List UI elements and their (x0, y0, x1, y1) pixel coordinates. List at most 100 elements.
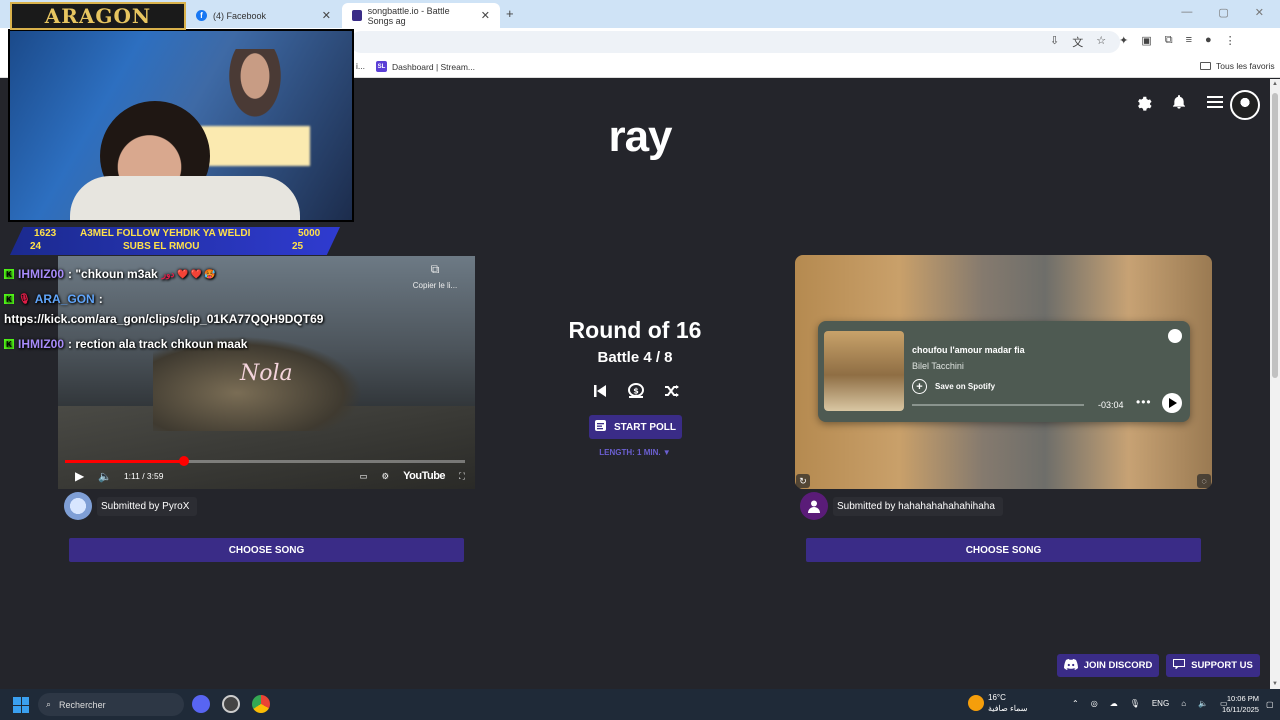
bell-icon[interactable] (1170, 93, 1188, 111)
spotify-progress-bar[interactable] (912, 404, 1084, 406)
video-progress-bar[interactable] (65, 456, 465, 466)
chevron-up-icon[interactable]: ⌃ (1072, 699, 1079, 708)
search-icon: ⌕ (46, 699, 52, 709)
bookmark-all-favorites[interactable]: Tous les favoris (1200, 61, 1275, 71)
artist-name[interactable]: Bilel Tacchini (912, 361, 964, 371)
address-bar[interactable] (350, 31, 1120, 53)
windows-taskbar: ⌕ Rechercher 16°C سماء صافية ⌃ ◎ ☁ 🎙 ENG… (0, 689, 1280, 720)
bookmark-dashboard-label: Dashboard | Stream... (392, 61, 475, 72)
menu-icon[interactable]: ⋮ (1225, 34, 1236, 50)
shuffle-icon[interactable] (661, 380, 683, 402)
tab-facebook[interactable]: f (4) Facebook ✕ (186, 3, 341, 28)
settings-icon[interactable]: ⚙ (382, 471, 390, 482)
page-title: ray (608, 112, 672, 161)
install-icon[interactable]: ⇩ (1050, 34, 1059, 50)
chat-link: https://kick.com/ara_gon/clips/clip_01KA… (4, 312, 324, 326)
taskbar-search[interactable]: ⌕ Rechercher (38, 693, 184, 716)
hamburger-menu-icon[interactable] (1206, 93, 1224, 111)
video-scrubber-handle[interactable] (178, 456, 189, 466)
bookmark-dashboard[interactable]: SL Dashboard | Stream... (376, 61, 475, 72)
close-tab-icon[interactable]: ✕ (322, 9, 331, 22)
fullscreen-icon[interactable]: ⛶ (459, 471, 465, 482)
tray-app-icon[interactable]: ◎ (1091, 699, 1098, 708)
choose-song-right-button[interactable]: CHOOSE SONG (806, 538, 1201, 562)
ticker-left-top: 1623 (34, 228, 57, 239)
support-us-button[interactable]: SUPPORT US (1166, 654, 1260, 677)
weather-widget[interactable]: 16°C سماء صافية (968, 692, 1028, 714)
kick-icon: K (4, 339, 14, 349)
volume-icon[interactable]: 🔈 (98, 470, 112, 483)
obs-app-icon[interactable] (222, 695, 240, 713)
user-avatar[interactable] (1230, 90, 1260, 120)
close-window-icon[interactable]: ✕ (1255, 6, 1264, 19)
extension-icon[interactable]: ✦ (1119, 34, 1128, 50)
battle-counter: Battle 4 / 8 (597, 349, 673, 366)
youtube-controls: ▶ 🔈 1:11 / 3:59 ▭ ⚙ YouTube ⛶ (75, 468, 465, 484)
choose-song-left-button[interactable]: CHOOSE SONG (69, 538, 464, 562)
window-controls: — ▢ ✕ (1181, 6, 1264, 19)
gear-icon[interactable] (1134, 93, 1152, 111)
puzzle-icon[interactable]: ⧉ (1165, 34, 1173, 50)
refresh-icon[interactable]: ↻ (796, 474, 810, 488)
maximize-icon[interactable]: ▢ (1218, 6, 1228, 19)
save-on-spotify-label: Save on Spotify (935, 382, 996, 391)
spotify-embed[interactable]: choufou l'amour madar fia Bilel Tacchini… (818, 321, 1190, 422)
network-icon[interactable]: ⌂ (1181, 699, 1186, 708)
windows-start-icon[interactable] (13, 697, 29, 713)
video-progress-fill (65, 460, 184, 463)
chrome-app-icon[interactable] (252, 695, 270, 713)
spotify-play-button[interactable] (1162, 393, 1182, 413)
extension-icon[interactable]: ▣ (1141, 34, 1151, 50)
scrollbar-thumb[interactable] (1272, 93, 1278, 378)
youtube-player[interactable]: Nola (58, 256, 475, 489)
mic-icon: 🎙 (18, 293, 31, 305)
close-tab-icon[interactable]: ✕ (481, 9, 490, 22)
chat-text: : "chkoun m3ak (68, 267, 158, 281)
media-icon[interactable]: ≡ (1186, 34, 1192, 50)
clock-date: 16/11/2025 (1222, 705, 1259, 714)
hide-icon[interactable]: ◌ (1197, 474, 1211, 488)
coin-icon[interactable]: $ (625, 380, 647, 402)
browser-tab-bar: f (4) Facebook ✕ songbattle.io - Battle … (0, 0, 1280, 28)
join-discord-button[interactable]: JOIN DISCORD (1057, 654, 1159, 677)
streamer-body (70, 176, 300, 220)
profile-icon[interactable]: ● (1205, 34, 1212, 50)
length-selector[interactable]: LENGTH: 1 MIN. ▼ (580, 448, 690, 457)
scroll-down-icon[interactable]: ▼ (1272, 681, 1278, 687)
tab-songbattle[interactable]: songbattle.io - Battle Songs ag ✕ (342, 3, 500, 28)
taskbar-clock[interactable]: 10:06 PM 16/11/2025 (1222, 693, 1259, 715)
song-title[interactable]: choufou l'amour madar fia (912, 345, 1025, 355)
more-options-icon[interactable]: ••• (1136, 395, 1152, 409)
taskbar-search-label: Rechercher (59, 699, 106, 710)
bookmark-partial[interactable]: i... (356, 61, 365, 71)
start-poll-button[interactable]: START POLL (589, 415, 682, 439)
copy-link-button[interactable]: ⧉ Copier le li... (405, 262, 465, 290)
header-icons (1134, 93, 1224, 111)
save-on-spotify-button[interactable]: + Save on Spotify (912, 379, 995, 394)
translate-icon[interactable]: 文 (1072, 34, 1083, 50)
ticker-center-top: A3MEL FOLLOW YEHDIK YA WELDI (80, 228, 251, 239)
notification-icon[interactable]: ▢ (1266, 700, 1274, 709)
language-indicator[interactable]: ENG (1152, 699, 1169, 708)
kick-icon: K (4, 269, 14, 279)
cloud-icon[interactable]: ☁ (1110, 699, 1118, 708)
star-icon[interactable]: ☆ (1096, 34, 1106, 50)
support-us-label: SUPPORT US (1191, 660, 1253, 671)
submitter-avatar (64, 492, 92, 520)
join-discord-label: JOIN DISCORD (1083, 660, 1153, 671)
new-tab-icon[interactable]: + (506, 6, 514, 21)
discord-icon (1063, 658, 1078, 673)
scroll-up-icon[interactable]: ▲ (1272, 81, 1278, 87)
minimize-icon[interactable]: — (1181, 6, 1192, 19)
volume-tray-icon[interactable]: 🔈 (1198, 699, 1208, 708)
previous-icon[interactable] (589, 380, 611, 402)
copy-icon: ⧉ (430, 262, 440, 276)
play-icon[interactable]: ▶ (75, 469, 84, 483)
captions-icon[interactable]: ▭ (359, 471, 367, 482)
mic-tray-icon[interactable]: 🎙 (1130, 699, 1140, 708)
youtube-logo[interactable]: YouTube (403, 470, 445, 482)
spotify-logo-icon[interactable] (1168, 329, 1182, 343)
page-scrollbar[interactable]: ▲ ▼ (1270, 79, 1280, 689)
svg-text:$: $ (633, 387, 639, 396)
discord-app-icon[interactable] (192, 695, 210, 713)
